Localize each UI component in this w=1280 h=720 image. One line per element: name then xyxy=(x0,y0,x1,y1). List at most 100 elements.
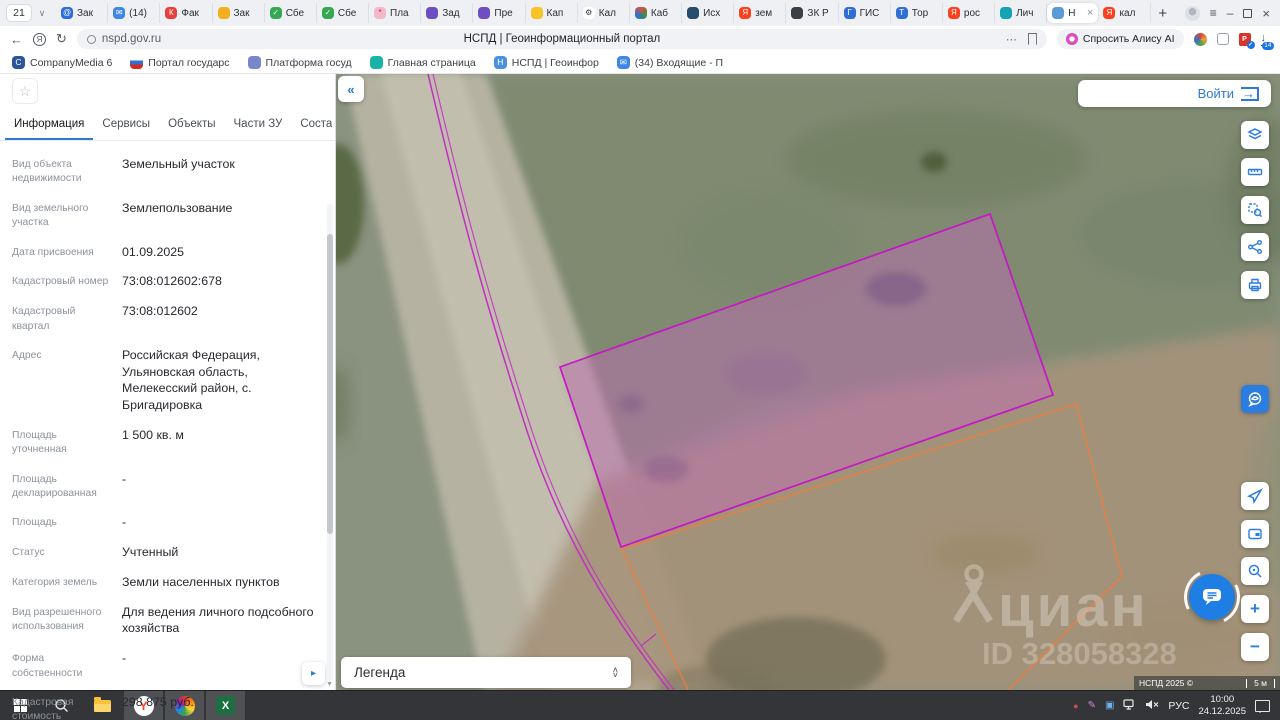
tray-pen-icon[interactable]: ✎ xyxy=(1088,700,1096,711)
field-label: Площадь декларированная xyxy=(12,473,97,500)
share-button[interactable] xyxy=(1241,233,1269,261)
panel-tab[interactable]: Информация xyxy=(5,111,93,140)
browser-tab[interactable]: Пре xyxy=(473,3,526,23)
bookmark-item[interactable]: Платформа госуд xyxy=(247,56,352,69)
network-icon[interactable] xyxy=(1123,698,1136,713)
bookmark-favicon xyxy=(369,56,383,69)
collapse-panel-button[interactable]: « xyxy=(338,76,364,102)
ruler-button[interactable] xyxy=(1241,158,1269,186)
bookmark-item[interactable]: Главная страница xyxy=(369,56,476,69)
browser-tab[interactable]: Т Тор xyxy=(891,3,943,23)
tab-title: Пла xyxy=(390,7,409,19)
new-tab-button[interactable]: + xyxy=(1151,5,1175,22)
tabs-scroll-next-button[interactable]: ▸ xyxy=(302,662,325,685)
panel-tab[interactable]: Объекты xyxy=(159,111,224,140)
address-bar[interactable]: nspd.gov.ru НСПД | Геоинформационный пор… xyxy=(76,29,1047,49)
watermark-brand: циан xyxy=(998,574,1149,639)
browser-tab[interactable]: Н × xyxy=(1047,3,1099,23)
legend-toggle[interactable]: Легенда ˄ ˅ xyxy=(341,657,631,688)
tab-counter[interactable]: 21 ∨ xyxy=(6,4,50,22)
downloads-icon[interactable]: ↓ 14 xyxy=(1260,32,1274,50)
area-search-button[interactable] xyxy=(1241,196,1269,224)
browser-tab[interactable]: ✓ Сбе xyxy=(265,3,317,23)
field-label: Категория земель xyxy=(12,576,98,588)
browser-tab[interactable]: Кап xyxy=(526,3,578,23)
field-value: 01.09.2025 xyxy=(122,244,185,259)
taskbar-clock[interactable]: 10:00 24.12.2025 xyxy=(1198,694,1246,717)
site-info-icon[interactable] xyxy=(86,34,96,44)
zoom-in-button[interactable]: + xyxy=(1241,595,1269,623)
browser-tab[interactable]: ✓ Сбе xyxy=(317,3,370,23)
minimize-button[interactable]: – xyxy=(1227,6,1234,20)
tray-app-icon[interactable]: ● xyxy=(1073,701,1078,711)
browser-menu-icon[interactable]: ≡ xyxy=(1210,6,1217,20)
refresh-button[interactable]: ↻ xyxy=(56,31,67,47)
tray-app-icon[interactable]: ▣ xyxy=(1105,700,1114,711)
browser-tab[interactable]: Каб xyxy=(630,3,683,23)
browser-tab[interactable]: Я зем xyxy=(734,3,787,23)
panel-tab[interactable]: Сервисы xyxy=(93,111,159,140)
pdf-extension-icon[interactable]: P xyxy=(1238,32,1255,49)
scrollbar-down-icon[interactable]: ▼ xyxy=(326,681,333,688)
panel-tab[interactable]: Соста xyxy=(291,111,335,140)
more-actions-icon[interactable]: ⋯ xyxy=(1006,33,1018,46)
language-indicator[interactable]: РУС xyxy=(1168,700,1189,712)
field-value: Земли населенных пунктов xyxy=(122,574,280,589)
layers-button[interactable] xyxy=(1241,121,1269,149)
satellite-map[interactable]: циан ID 328058328 xyxy=(336,74,1280,690)
bookmark-item[interactable]: Портал государс xyxy=(130,56,230,69)
browser-tab[interactable]: ЗК Р xyxy=(786,3,839,23)
chat-button[interactable] xyxy=(1189,574,1235,620)
browser-tab[interactable]: @ Зак xyxy=(56,3,109,23)
bookmark-item[interactable]: Н НСПД | Геоинфор xyxy=(493,56,599,69)
tab-favicon: К xyxy=(165,7,178,19)
bookmark-icon[interactable] xyxy=(1027,33,1037,45)
scale-distance: 5 м xyxy=(1246,678,1275,688)
browser-tab[interactable]: Я рос xyxy=(943,3,996,23)
browser-logo-icon[interactable]: Я xyxy=(33,32,46,46)
map-canvas[interactable]: циан ID 328058328 « Войти → + − Легенда … xyxy=(336,74,1280,690)
close-button[interactable]: × xyxy=(1262,6,1270,21)
panel-scrollbar[interactable]: ▼ xyxy=(326,204,333,688)
browser-tab[interactable]: Лич xyxy=(995,3,1048,23)
bookmark-item[interactable]: C CompanyMedia 6 xyxy=(12,56,112,69)
print-button[interactable] xyxy=(1241,271,1269,299)
browser-tab[interactable]: * Пла xyxy=(369,3,422,23)
browser-tab[interactable]: ⚙ Кал xyxy=(578,3,630,23)
browser-tab[interactable]: ✉ (14) xyxy=(108,3,161,23)
info-field: Кадастровый номер 73:08:012602:678 xyxy=(12,273,319,290)
volume-muted-icon[interactable] xyxy=(1145,699,1159,713)
tab-favicon: ⚙ xyxy=(582,7,595,19)
browser-tab[interactable]: Я кал xyxy=(1098,3,1151,23)
browser-tab[interactable]: Г ГИС xyxy=(839,3,891,23)
zoom-out-button[interactable]: − xyxy=(1241,633,1269,661)
favorite-star-button[interactable]: ☆ xyxy=(12,78,38,104)
tab-favicon xyxy=(426,7,439,19)
browser-tab[interactable]: К Фак xyxy=(160,3,213,23)
browser-tab[interactable]: Зак xyxy=(213,3,265,23)
assistant-button[interactable] xyxy=(1241,385,1269,413)
bookmark-item[interactable]: ✉ (34) Входящие - П xyxy=(616,56,723,69)
back-button[interactable]: ← xyxy=(10,32,23,47)
coordinate-search-button[interactable] xyxy=(1241,557,1269,585)
panel-tab[interactable]: Части ЗУ xyxy=(225,111,292,140)
notification-center-icon[interactable] xyxy=(1255,699,1270,713)
extension-icon[interactable] xyxy=(1193,32,1207,46)
locate-button[interactable] xyxy=(1241,482,1269,510)
tab-favicon: @ xyxy=(61,7,73,19)
overview-map-button[interactable] xyxy=(1241,520,1269,548)
browser-tab[interactable]: Исх xyxy=(682,3,735,23)
browser-tab[interactable]: Зад xyxy=(421,3,474,23)
alice-ai-button[interactable]: Спросить Алису AI xyxy=(1056,29,1184,49)
login-button[interactable]: Войти → xyxy=(1078,80,1271,107)
maximize-button[interactable] xyxy=(1243,8,1253,18)
tab-counter-caret-icon[interactable]: ∨ xyxy=(34,8,50,19)
scrollbar-thumb[interactable] xyxy=(327,234,333,534)
tab-title: кал xyxy=(1119,7,1136,19)
tab-title: ГИС xyxy=(859,7,880,19)
tab-close-icon[interactable]: × xyxy=(1087,7,1093,19)
info-field: Кадастровая стоимость 298 875 руб. xyxy=(12,694,319,720)
profile-avatar[interactable] xyxy=(1184,5,1200,21)
bookmark-favicon xyxy=(247,56,261,69)
extension-icon[interactable] xyxy=(1216,33,1229,45)
